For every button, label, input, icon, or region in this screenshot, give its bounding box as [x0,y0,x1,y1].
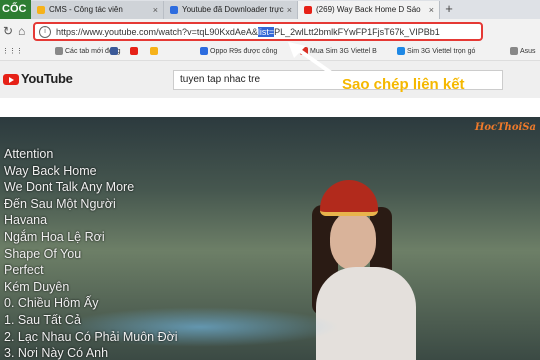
cms-favicon-icon [37,6,45,14]
song-item: Ngắm Hoa Lệ Rơi [4,229,105,244]
tab-youtube[interactable]: (269) Way Back Home D Sáo × [298,1,440,19]
youtube-icon [130,47,138,56]
song-item: We Dont Talk Any More [4,180,135,195]
watermark: HocThoiSa [474,122,536,133]
callout-copy-link: Sao chép liên kết [342,76,465,93]
song-item: Perfect [4,263,44,278]
annotation-arrow [288,42,346,84]
song-item: 2. Lạc Nhau Có Phải Muôn Đời [4,329,178,344]
tab-cms[interactable]: CMS - Công tác viên × [31,1,164,19]
close-icon[interactable]: × [287,1,292,19]
tab-strip: CỐC CMS - Công tác viên × Youtube đã Dow… [0,0,540,19]
song-item: Attention [4,147,54,161]
url-text[interactable]: https://www.youtube.com/watch?v=tqL90Kxd… [56,25,440,39]
girl-hat [320,180,378,216]
downloader-favicon-icon [170,6,178,14]
youtube-logo-text[interactable]: YouTube [21,71,73,86]
browser-toolbar: ↻ ⌂ i https://www.youtube.com/watch?v=tq… [0,19,540,44]
bookmark-asus[interactable]: Asus [510,46,536,58]
close-icon[interactable]: × [429,1,434,19]
bookmark-oppo[interactable]: Oppo R9s được công [200,46,277,58]
girl-body [316,267,416,360]
song-item: 3. Nơi Này Có Anh [4,346,109,360]
close-icon[interactable]: × [153,1,158,19]
new-tab-button[interactable]: + [442,0,456,19]
oppo-icon [200,47,208,56]
info-icon[interactable]: i [39,26,51,38]
apps-icon[interactable]: ⋮⋮⋮ [2,46,23,58]
song-item: Havana [4,213,48,228]
tab-title: Youtube đã Downloader trực [182,5,284,14]
url-prefix: https://www.youtube.com/watch?v=tqL90Kxd… [56,27,258,37]
tab-downloader[interactable]: Youtube đã Downloader trực × [164,1,298,19]
youtube-favicon-icon [304,6,312,14]
asus-icon [510,47,518,56]
song-item: Đến Sau Một Người [4,196,116,211]
bookmark-sim-3g[interactable]: Sim 3G Viettel trọn gó [397,46,475,58]
url-suffix: PL_2wlLtt2bmlkFYwFP1FjsT67k_VIPBb1 [274,27,440,37]
song-item: Way Back Home [4,163,97,178]
facebook-icon [110,47,118,56]
song-item: 0. Chiều Hôm Ấy [4,296,99,311]
url-selection: list= [257,27,275,37]
song-item: Kém Duyên [4,279,70,294]
wifi-icon [397,47,405,56]
song-list: Attention Way Back Home We Dont Talk Any… [4,146,178,360]
home-icon[interactable]: ⌂ [18,22,25,40]
bookmarks-bar: ⋮⋮⋮ Các tab mới đóng Oppo R9s được công … [0,44,540,61]
tab-title: (269) Way Back Home D Sáo [316,5,421,14]
google-icon [150,47,158,56]
side-label: CỐC [0,0,31,19]
song-item: Shape Of You [4,246,82,261]
address-bar[interactable]: i https://www.youtube.com/watch?v=tqL90K… [33,22,483,41]
tab-title: CMS - Công tác viên [49,5,123,14]
bookmark-google[interactable] [150,46,160,58]
video-player[interactable]: HocThoiSa Attention Way Back Home We Don… [0,117,540,360]
bookmark-youtube[interactable] [130,46,140,58]
youtube-logo-icon[interactable] [3,74,19,85]
bookmark-facebook[interactable] [110,46,120,58]
recent-tabs-icon [55,47,63,56]
reload-icon[interactable]: ↻ [3,22,13,40]
girl-face [330,212,376,270]
song-item: 1. Sau Tất Cả [4,312,81,327]
